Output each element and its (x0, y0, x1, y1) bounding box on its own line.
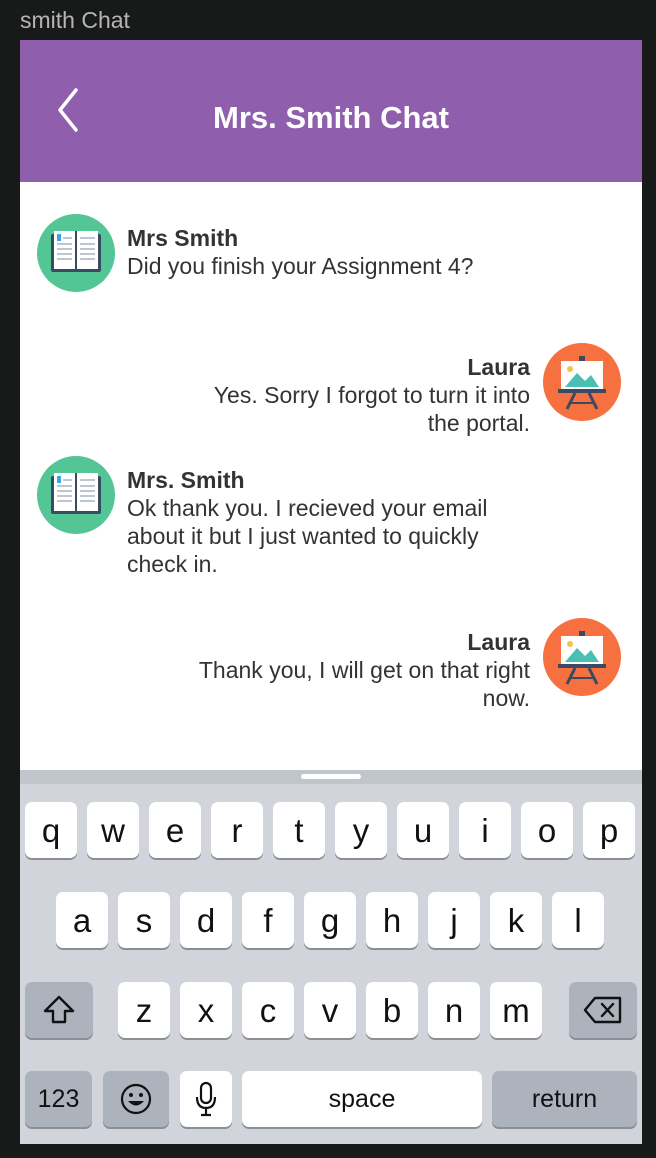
return-key[interactable]: return (492, 1071, 637, 1127)
avatar[interactable] (543, 343, 621, 421)
key-x[interactable]: x (180, 982, 232, 1038)
avatar[interactable] (37, 456, 115, 534)
key-b[interactable]: b (366, 982, 418, 1038)
key-i[interactable]: i (459, 802, 511, 858)
key-w[interactable]: w (87, 802, 139, 858)
message-sender: Laura (467, 354, 530, 380)
key-v[interactable]: v (304, 982, 356, 1038)
key-f[interactable]: f (242, 892, 294, 948)
key-e[interactable]: e (149, 802, 201, 858)
key-q[interactable]: q (25, 802, 77, 858)
emoji-icon (120, 1083, 152, 1115)
key-g[interactable]: g (304, 892, 356, 948)
key-h[interactable]: h (366, 892, 418, 948)
key-y[interactable]: y (335, 802, 387, 858)
message-sender: Mrs. Smith (127, 467, 245, 493)
avatar[interactable] (543, 618, 621, 696)
message-text: Yes. Sorry I forgot to turn it into the … (213, 382, 530, 436)
chat-header: Mrs. Smith Chat (20, 40, 642, 182)
message-text: Thank you, I will get on that right now. (198, 657, 530, 711)
backspace-icon (583, 996, 622, 1024)
key-s[interactable]: s (118, 892, 170, 948)
key-m[interactable]: m (490, 982, 542, 1038)
book-icon (51, 473, 101, 514)
message-sender: Laura (467, 629, 530, 655)
easel-icon (558, 631, 606, 685)
shift-icon (43, 995, 75, 1024)
keyboard: q w e r t y u i o p a s d f g h j k l z … (20, 770, 642, 1144)
key-z[interactable]: z (118, 982, 170, 1038)
key-d[interactable]: d (180, 892, 232, 948)
keyboard-handle[interactable] (301, 774, 361, 779)
avatar[interactable] (37, 214, 115, 292)
easel-icon (558, 356, 606, 410)
space-key[interactable]: space (242, 1071, 482, 1127)
key-c[interactable]: c (242, 982, 294, 1038)
page-title: Mrs. Smith Chat (213, 100, 449, 135)
numbers-key[interactable]: 123 (25, 1071, 92, 1127)
microphone-icon (195, 1081, 217, 1117)
key-o[interactable]: o (521, 802, 573, 858)
message-item: Mrs Smith Did you finish your Assignment… (127, 224, 547, 280)
window-title: smith Chat (20, 7, 130, 33)
key-k[interactable]: k (490, 892, 542, 948)
message-sender: Mrs Smith (127, 225, 239, 251)
key-n[interactable]: n (428, 982, 480, 1038)
message-item: Laura Yes. Sorry I forgot to turn it int… (110, 353, 530, 437)
phone-screen: Mrs. Smith Chat Mrs Smith Did you finish… (20, 40, 642, 1144)
microphone-key[interactable] (180, 1071, 232, 1127)
shift-key[interactable] (25, 982, 93, 1038)
keyboard-top-bar (20, 770, 642, 784)
message-list: Mrs Smith Did you finish your Assignment… (20, 182, 642, 770)
key-a[interactable]: a (56, 892, 108, 948)
key-p[interactable]: p (583, 802, 635, 858)
message-item: Laura Thank you, I will get on that righ… (110, 628, 530, 712)
key-l[interactable]: l (552, 892, 604, 948)
emoji-key[interactable] (103, 1071, 169, 1127)
book-icon (51, 231, 101, 272)
key-j[interactable]: j (428, 892, 480, 948)
message-text: Did you finish your Assignment 4? (127, 253, 474, 279)
key-r[interactable]: r (211, 802, 263, 858)
message-item: Mrs. Smith Ok thank you. I recieved your… (127, 466, 527, 578)
delete-key[interactable] (569, 982, 637, 1038)
message-text: Ok thank you. I recieved your email abou… (127, 495, 488, 577)
key-u[interactable]: u (397, 802, 449, 858)
key-t[interactable]: t (273, 802, 325, 858)
